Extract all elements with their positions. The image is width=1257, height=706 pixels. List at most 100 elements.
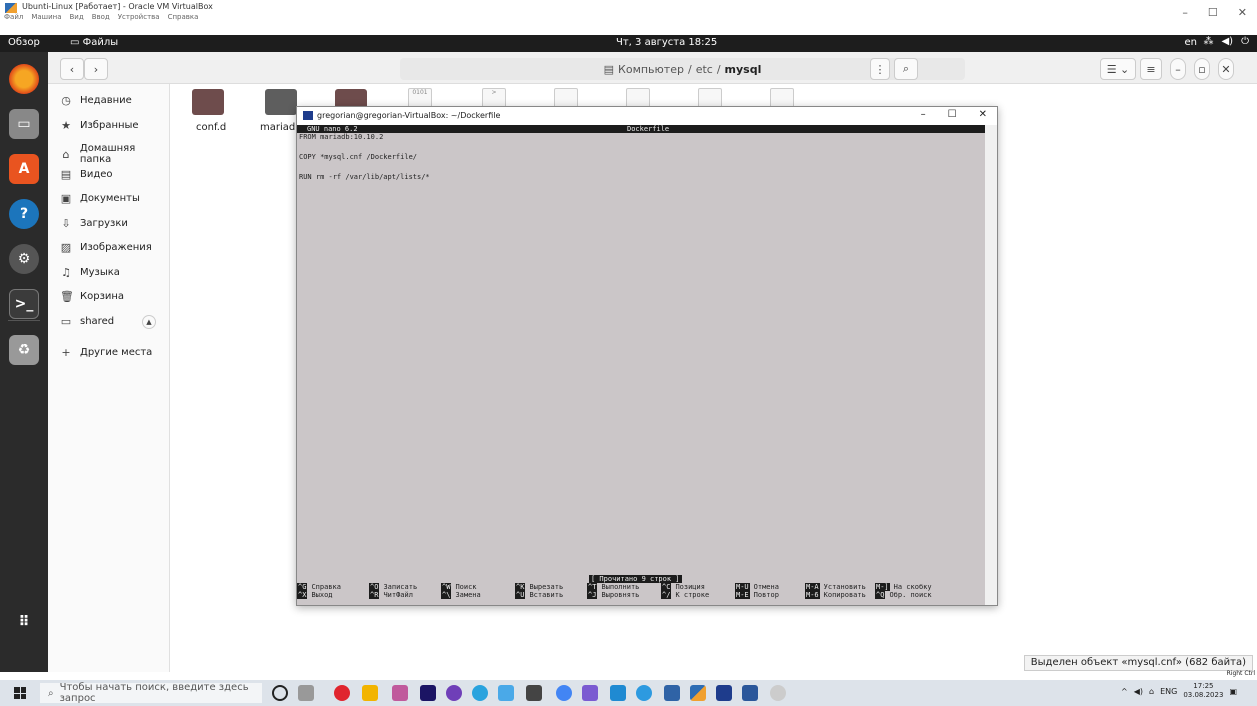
main-menu-button[interactable]: ≡	[1140, 58, 1162, 80]
notifications-icon[interactable]: ▣	[1229, 687, 1237, 696]
search-button[interactable]: ⌕	[894, 58, 918, 80]
sidebar-item-videos[interactable]: ▤ Видео	[60, 168, 113, 181]
shortcut-label: Выход	[311, 591, 333, 599]
app-menu-files[interactable]: ▭ Файлы	[70, 37, 118, 48]
software-center-icon[interactable]: A	[9, 154, 39, 184]
sidebar-item-recent[interactable]: ◷ Недавние	[60, 94, 132, 107]
network-icon[interactable]: ⌂	[1149, 687, 1154, 696]
terminal-window[interactable]: gregorian@gregorian-VirtualBox: ~/Docker…	[296, 106, 998, 606]
view-toggle-button[interactable]: ☰ ⌄	[1100, 58, 1136, 80]
trash-icon[interactable]: ♻	[9, 335, 39, 365]
folder-icon[interactable]	[265, 89, 297, 115]
calculator-icon[interactable]	[526, 685, 542, 701]
shortcut-label: Вставить	[529, 591, 564, 599]
skype-icon[interactable]	[636, 685, 652, 701]
window-maximize-button[interactable]: ▫	[1194, 58, 1210, 80]
app-icon[interactable]	[664, 685, 680, 701]
vbox-menu-devices[interactable]: Устройства	[118, 13, 160, 21]
keyboard-layout[interactable]: en	[1185, 37, 1198, 48]
sidebar-item-pictures[interactable]: ▨ Изображения	[60, 241, 152, 254]
sidebar-item-starred[interactable]: ★ Избранные	[60, 119, 139, 132]
firefox-icon[interactable]	[9, 64, 39, 94]
visual-studio-icon[interactable]	[582, 685, 598, 701]
kebab-menu-icon: ⋮	[874, 62, 886, 76]
help-icon[interactable]: ?	[9, 199, 39, 229]
path-segment-computer[interactable]: Компьютер	[618, 63, 684, 76]
window-minimize-button[interactable]: –	[1170, 58, 1186, 80]
terminal-scrollbar[interactable]	[985, 125, 997, 605]
activities-button[interactable]: Обзор	[8, 37, 40, 48]
opera-icon[interactable]	[334, 685, 350, 701]
sidebar-item-home[interactable]: ⌂ Домашняя папка	[60, 143, 169, 165]
shortcut-key: M-A	[805, 583, 820, 591]
task-view-icon[interactable]	[298, 685, 314, 701]
vscode-icon[interactable]	[610, 685, 626, 701]
editor-line[interactable]: RUN rm -rf /var/lib/apt/lists/*	[299, 173, 430, 181]
minimize-button[interactable]: –	[921, 109, 926, 120]
app-icon[interactable]	[392, 685, 408, 701]
sidebar-item-documents[interactable]: ▣ Документы	[60, 192, 140, 205]
vbox-menu-view[interactable]: Вид	[70, 13, 84, 21]
files-dock-icon[interactable]: ▭	[9, 109, 39, 139]
forward-button[interactable]: ›	[84, 58, 108, 80]
shortcut-label: Повтор	[753, 591, 779, 599]
maximize-button[interactable]: ☐	[948, 109, 957, 120]
maximize-button[interactable]: ☐	[1208, 6, 1218, 19]
folder-icon[interactable]	[192, 89, 224, 115]
powershell-taskbar-icon[interactable]	[716, 685, 732, 701]
sidebar-item-other-locations[interactable]: + Другие места	[60, 346, 152, 359]
window-close-button[interactable]: ✕	[1218, 58, 1234, 80]
windows-start-icon[interactable]	[14, 687, 26, 699]
cortana-icon[interactable]	[272, 685, 288, 701]
viber-icon[interactable]	[446, 685, 462, 701]
shortcut-key: ^Q	[875, 591, 886, 599]
premiere-icon[interactable]	[420, 685, 436, 701]
vbox-menu-machine[interactable]: Машина	[31, 13, 61, 21]
virtualbox-taskbar-icon[interactable]	[690, 685, 706, 701]
path-segment-mysql[interactable]: mysql	[725, 63, 762, 76]
minimize-button[interactable]: –	[1182, 6, 1188, 19]
vbox-window-title: Ubunti-Linux [Работает] - Oracle VM Virt…	[22, 2, 213, 11]
show-apps-grid-icon[interactable]: ⠿	[9, 607, 39, 637]
vbox-menu-help[interactable]: Справка	[168, 13, 199, 21]
taskbar-search-box[interactable]: ⌕ Чтобы начать поиск, введите здесь запр…	[40, 682, 262, 704]
nano-editor[interactable]: GNU nano 6.2 Dockerfile FROM mariadb:10.…	[297, 125, 985, 605]
sidebar-item-music[interactable]: ♫ Музыка	[60, 266, 120, 279]
file-name[interactable]: conf.d	[196, 122, 226, 133]
sidebar-item-trash[interactable]: 🗑 Корзина	[60, 290, 124, 303]
telegram-icon[interactable]	[472, 685, 488, 701]
input-language[interactable]: ENG	[1160, 687, 1177, 696]
eject-button[interactable]: ▲	[142, 315, 156, 329]
app-icon[interactable]	[498, 685, 514, 701]
virtualbox-logo-icon	[5, 3, 17, 13]
back-button[interactable]: ‹	[60, 58, 84, 80]
file-name[interactable]: mariadb.conf.d	[260, 122, 335, 133]
nano-shortcut: ^/К строке	[661, 591, 709, 599]
settings-gear-icon[interactable]: ⚙	[9, 244, 39, 274]
volume-icon[interactable]: ◀)	[1134, 687, 1143, 696]
app-icon[interactable]	[770, 685, 786, 701]
shortcut-key: ^/	[661, 591, 672, 599]
chrome-icon[interactable]	[556, 685, 572, 701]
nano-filename: Dockerfile	[627, 125, 670, 133]
editor-line[interactable]: FROM mariadb:10.10.2	[299, 133, 383, 141]
chevron-up-icon[interactable]: ^	[1121, 687, 1128, 696]
vbox-menu-input[interactable]: Ввод	[92, 13, 110, 21]
close-button[interactable]: ✕	[1238, 6, 1247, 19]
close-button[interactable]: ✕	[979, 109, 987, 120]
editor-line[interactable]: COPY *mysql.cnf /Dockerfile/	[299, 153, 417, 161]
taskbar-clock[interactable]: 17:25 03.08.2023	[1183, 682, 1223, 700]
terminal-icon[interactable]: >_	[9, 289, 39, 319]
vbox-menu-file[interactable]: Файл	[4, 13, 23, 21]
sidebar-item-shared[interactable]: ▭ shared	[60, 315, 114, 328]
nano-shortcut: ^R ЧитФайл	[369, 591, 413, 599]
drive-icon: ▭	[60, 315, 72, 328]
path-segment-etc[interactable]: etc	[696, 63, 713, 76]
word-icon[interactable]	[742, 685, 758, 701]
file-explorer-icon[interactable]	[362, 685, 378, 701]
nano-shortcut: M-U Отмена	[735, 583, 779, 591]
sidebar-item-downloads[interactable]: ⇩ Загрузки	[60, 217, 128, 230]
clock-datetime[interactable]: Чт, 3 августа 18:25	[616, 37, 717, 48]
path-menu-button[interactable]: ⋮	[870, 58, 890, 80]
system-menu[interactable]: ⁂ ◀) ⏻	[1203, 36, 1249, 47]
